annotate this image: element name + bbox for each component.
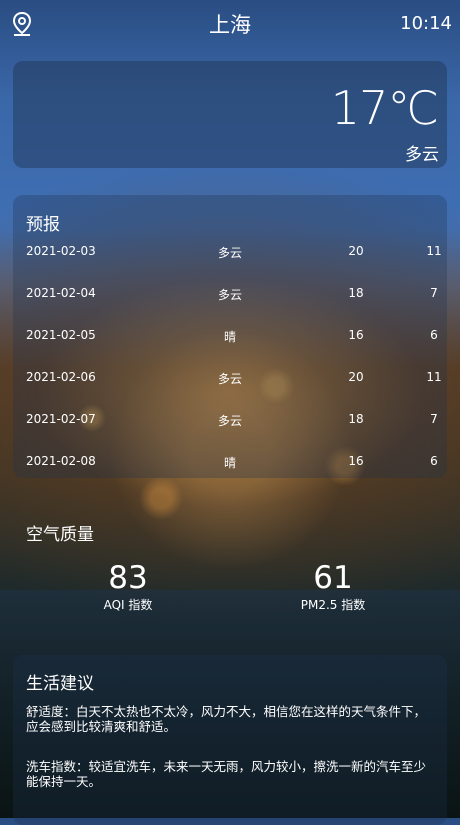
forecast-row: 2021-02-04 多云 18 7: [13, 286, 447, 306]
suggestion-card: 生活建议 舒适度：白天不太热也不太冷，风力不大，相信您在这样的天气条件下，应会感…: [13, 655, 447, 825]
forecast-row: 2021-02-06 多云 20 11: [13, 370, 447, 390]
car-wash-suggestion: 洗车指数：较适宜洗车，未来一天无雨，风力较小，擦洗一新的汽车至少能保持一天。: [26, 759, 427, 789]
forecast-row: 2021-02-07 多云 18 7: [13, 412, 447, 432]
aqi-value: 83: [108, 560, 148, 596]
air-quality-card: 空气质量 83 AQI 指数 61 PM2.5 指数: [13, 510, 447, 630]
forecast-weather: 多云: [217, 246, 242, 260]
suggestion-title: 生活建议: [26, 674, 94, 694]
forecast-high: 16: [348, 328, 364, 342]
forecast-low: 11: [426, 244, 442, 258]
location-pin-icon[interactable]: [11, 11, 33, 37]
forecast-row: 2021-02-03 多云 20 11: [13, 244, 447, 264]
forecast-weather: 晴: [223, 456, 236, 470]
forecast-date: 2021-02-06: [26, 370, 96, 384]
current-condition: 多云: [405, 145, 439, 165]
forecast-low: 7: [430, 286, 438, 300]
city-title: 上海: [209, 13, 251, 37]
pm25-label: PM2.5 指数: [300, 598, 366, 612]
comfort-suggestion: 舒适度：白天不太热也不太冷，风力不大，相信您在这样的天气条件下，应会感到比较清爽…: [26, 704, 427, 734]
forecast-date: 2021-02-07: [26, 412, 96, 426]
pm25-block: 61 PM2.5 指数: [293, 560, 373, 613]
forecast-title: 预报: [26, 215, 60, 235]
forecast-weather: 晴: [223, 330, 236, 344]
forecast-high: 16: [348, 454, 364, 468]
aqi-block: 83 AQI 指数: [93, 560, 163, 613]
forecast-high: 20: [348, 244, 364, 258]
forecast-date: 2021-02-08: [26, 454, 96, 468]
current-weather-card: 17℃ 多云: [13, 61, 447, 168]
forecast-high: 18: [348, 286, 364, 300]
forecast-low: 6: [430, 454, 438, 468]
forecast-date: 2021-02-05: [26, 328, 96, 342]
forecast-row: 2021-02-05 晴 16 6: [13, 328, 447, 348]
forecast-date: 2021-02-03: [26, 244, 96, 258]
forecast-weather: 多云: [217, 288, 242, 302]
forecast-low: 11: [426, 370, 442, 384]
pm25-value: 61: [313, 560, 353, 596]
forecast-high: 18: [348, 412, 364, 426]
forecast-row: 2021-02-08 晴 16 6: [13, 454, 447, 474]
current-temperature: 17℃: [330, 81, 439, 135]
forecast-high: 20: [348, 370, 364, 384]
aqi-label: AQI 指数: [103, 598, 153, 612]
forecast-low: 6: [430, 328, 438, 342]
forecast-card: 预报 2021-02-03 多云 20 11 2021-02-04 多云 18 …: [13, 195, 447, 478]
update-time: 10:14: [400, 13, 452, 34]
forecast-date: 2021-02-04: [26, 286, 96, 300]
top-bar: 上海 10:14: [0, 0, 460, 48]
forecast-low: 7: [430, 412, 438, 426]
air-quality-title: 空气质量: [26, 525, 94, 545]
forecast-weather: 多云: [217, 414, 242, 428]
forecast-weather: 多云: [217, 372, 242, 386]
